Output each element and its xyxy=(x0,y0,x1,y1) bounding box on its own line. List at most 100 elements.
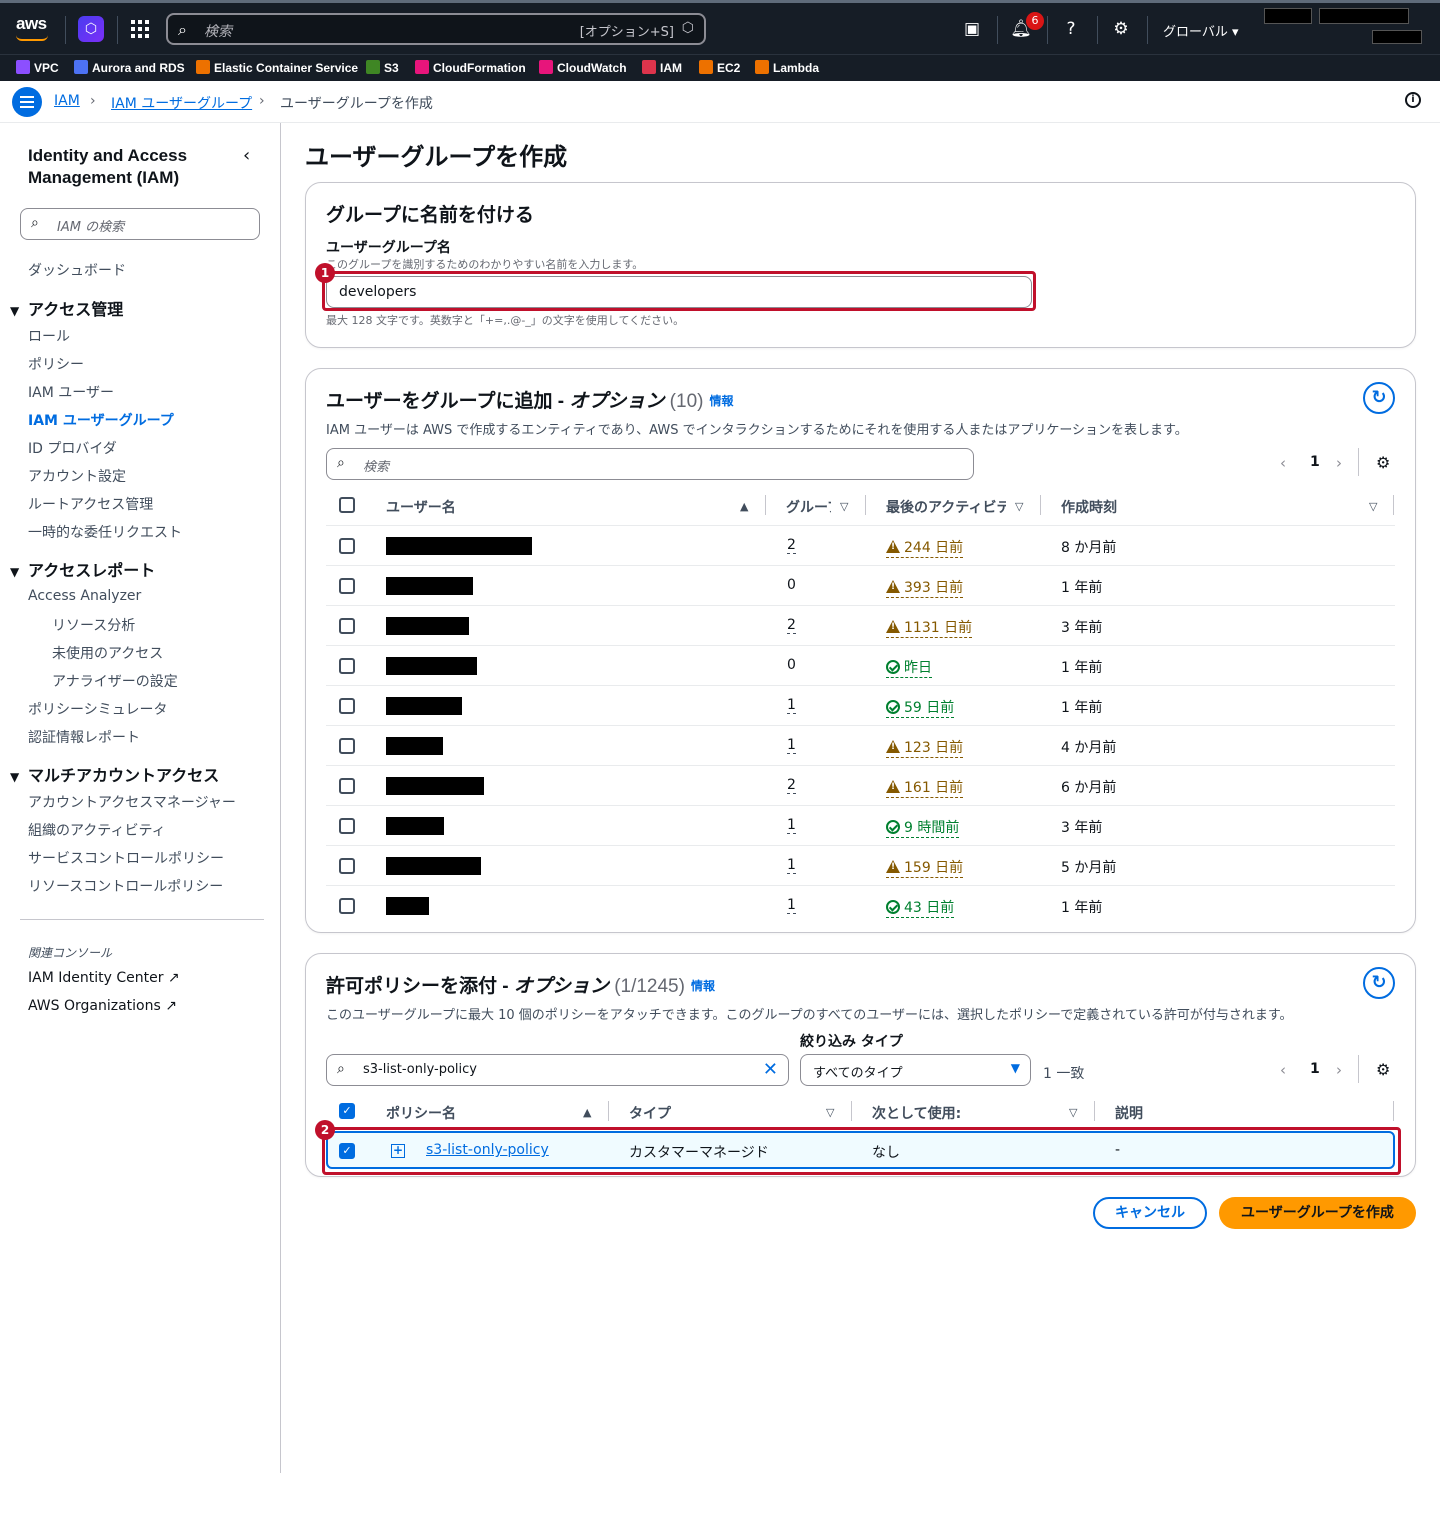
page-number[interactable]: 1 xyxy=(1310,454,1320,470)
row-checkbox[interactable] xyxy=(339,578,355,594)
cancel-button[interactable]: キャンセル xyxy=(1093,1197,1207,1229)
chevron-right-icon[interactable]: › xyxy=(1336,1061,1342,1079)
last-activity[interactable]: 393 日前 xyxy=(886,577,964,598)
sidebar-item-rcp[interactable]: リソースコントロールポリシー xyxy=(28,876,223,896)
username-redacted[interactable] xyxy=(386,737,443,755)
last-activity[interactable]: 1131 日前 xyxy=(886,617,973,638)
column-header-policy-name[interactable]: ポリシー名 xyxy=(386,1103,506,1123)
info-link[interactable]: 情報 xyxy=(691,979,715,993)
username-redacted[interactable] xyxy=(386,617,469,635)
services-menu-icon[interactable] xyxy=(131,20,149,38)
create-user-group-button[interactable]: ユーザーグループを作成 xyxy=(1219,1197,1416,1229)
account-redacted[interactable] xyxy=(1264,8,1312,24)
chevron-right-icon[interactable]: › xyxy=(1336,454,1342,472)
sidebar-item-credential-report[interactable]: 認証情報レポート xyxy=(28,727,140,747)
policy-search-input[interactable]: ⌕ s3-list-only-policy ✕ xyxy=(326,1054,789,1086)
breadcrumb-user-groups[interactable]: IAM ユーザーグループ xyxy=(111,93,252,113)
sidebar-item-scp[interactable]: サービスコントロールポリシー xyxy=(28,848,224,868)
hamburger-menu-icon[interactable] xyxy=(12,87,42,117)
last-activity[interactable]: 9 時間前 xyxy=(886,817,960,838)
sidebar-item-user-groups[interactable]: IAM ユーザーグループ xyxy=(28,410,174,430)
sidebar-link-identity-center[interactable]: IAM Identity Center ↗ xyxy=(28,970,180,986)
row-checkbox[interactable] xyxy=(339,658,355,674)
fav-vpc[interactable]: VPC xyxy=(16,60,59,75)
username-redacted[interactable] xyxy=(386,697,462,715)
chevron-left-icon[interactable]: ‹ xyxy=(1280,454,1286,472)
fav-s3[interactable]: S3 xyxy=(366,60,399,75)
fav-lambda[interactable]: Lambda xyxy=(755,60,819,75)
last-activity[interactable]: 43 日前 xyxy=(886,897,955,918)
row-checkbox[interactable] xyxy=(339,738,355,754)
column-header-groups[interactable]: グループ xyxy=(786,497,831,517)
sidebar-item-roles[interactable]: ロール xyxy=(28,326,70,346)
fav-cloudwatch[interactable]: CloudWatch xyxy=(539,60,627,75)
fav-cloudformation[interactable]: CloudFormation xyxy=(415,60,526,75)
sidebar-item-unused-access[interactable]: 未使用のアクセス xyxy=(52,643,163,663)
username-redacted[interactable] xyxy=(386,817,444,835)
sidebar-link-organizations[interactable]: AWS Organizations ↗ xyxy=(28,998,177,1014)
page-number[interactable]: 1 xyxy=(1310,1061,1320,1077)
row-checkbox[interactable] xyxy=(339,898,355,914)
gear-icon[interactable]: ⚙ xyxy=(1376,453,1390,472)
sidebar-item-analyzer-settings[interactable]: アナライザーの設定 xyxy=(52,671,178,691)
last-activity[interactable]: 123 日前 xyxy=(886,737,964,758)
column-header-username[interactable]: ユーザー名 xyxy=(386,497,506,517)
last-activity[interactable]: 161 日前 xyxy=(886,777,964,798)
sidebar-item-org-activity[interactable]: 組織のアクティビティ xyxy=(28,820,166,840)
group-count[interactable]: 1 xyxy=(787,737,796,754)
username-redacted[interactable] xyxy=(386,657,477,675)
refresh-icon[interactable]: ↻ xyxy=(1363,967,1395,999)
row-checkbox[interactable] xyxy=(339,858,355,874)
column-header-last-activity[interactable]: 最後のアクティビティ xyxy=(886,497,1006,517)
group-count[interactable]: 1 xyxy=(787,897,796,914)
sidebar-item-account-settings[interactable]: アカウント設定 xyxy=(28,466,126,486)
column-header-description[interactable]: 説明 xyxy=(1115,1103,1235,1123)
sidebar-section-access-reports[interactable]: ▼ アクセスレポート xyxy=(10,557,155,581)
fav-ecs[interactable]: Elastic Container Service xyxy=(196,60,358,75)
sidebar-search-input[interactable]: ⌕ IAM の検索 xyxy=(20,208,260,240)
account-redacted[interactable] xyxy=(1319,8,1409,24)
refresh-icon[interactable]: ↻ xyxy=(1363,382,1395,414)
sort-icon[interactable]: ▽ xyxy=(826,1106,834,1119)
group-count[interactable]: 1 xyxy=(787,817,796,834)
username-redacted[interactable] xyxy=(386,857,481,875)
fav-aurora-rds[interactable]: Aurora and RDS xyxy=(74,60,185,75)
global-search-input[interactable]: ⌕ 検索 [オプション+S] ⬡ xyxy=(166,13,706,45)
column-header-used-as[interactable]: 次として使用: xyxy=(872,1103,992,1123)
row-checkbox[interactable] xyxy=(339,698,355,714)
sort-icon[interactable]: ▽ xyxy=(1369,500,1377,513)
info-icon[interactable]: i xyxy=(1405,92,1421,108)
group-count[interactable]: 1 xyxy=(787,857,796,874)
sort-icon[interactable]: ▽ xyxy=(840,500,848,513)
sidebar-item-root-access[interactable]: ルートアクセス管理 xyxy=(28,494,153,514)
sort-icon[interactable]: ▽ xyxy=(1015,500,1023,513)
sidebar-item-policies[interactable]: ポリシー xyxy=(28,354,84,374)
select-all-checkbox[interactable]: ✓ xyxy=(339,1103,355,1119)
sort-ascending-icon[interactable]: ▲ xyxy=(583,1106,591,1119)
sort-icon[interactable]: ▽ xyxy=(1069,1106,1077,1119)
chevron-left-icon[interactable]: ‹ xyxy=(243,145,250,166)
last-activity[interactable]: 244 日前 xyxy=(886,537,964,558)
gear-icon[interactable]: ⚙ xyxy=(1376,1060,1390,1079)
sidebar-section-access-management[interactable]: ▼ アクセス管理 xyxy=(10,296,123,320)
sidebar-section-multi-account[interactable]: ▼ マルチアカウントアクセス xyxy=(10,762,219,786)
sidebar-item-resource-analysis[interactable]: リソース分析 xyxy=(52,615,135,635)
users-search-input[interactable]: ⌕ 検索 xyxy=(326,448,974,480)
type-filter-select[interactable]: すべてのタイプ ▼ xyxy=(800,1054,1031,1086)
select-all-checkbox[interactable] xyxy=(339,497,355,513)
clear-icon[interactable]: ✕ xyxy=(763,1059,778,1080)
sidebar-item-dashboard[interactable]: ダッシュボード xyxy=(28,260,126,280)
row-checkbox[interactable] xyxy=(339,818,355,834)
username-redacted[interactable] xyxy=(386,537,532,555)
column-header-created[interactable]: 作成時刻 xyxy=(1061,497,1181,517)
cloudshell-icon[interactable]: ▣ xyxy=(961,18,983,40)
sidebar-title[interactable]: Identity and Access Management (IAM) xyxy=(28,145,228,189)
sidebar-item-account-access-manager[interactable]: アカウントアクセスマネージャー xyxy=(28,792,236,812)
row-checkbox[interactable] xyxy=(339,538,355,554)
username-redacted[interactable] xyxy=(386,897,429,915)
chevron-left-icon[interactable]: ‹ xyxy=(1280,1061,1286,1079)
last-activity[interactable]: 昨日 xyxy=(886,657,932,678)
column-header-type[interactable]: タイプ xyxy=(629,1103,749,1123)
sort-ascending-icon[interactable]: ▲ xyxy=(740,500,748,513)
aws-logo[interactable]: aws xyxy=(16,14,47,34)
